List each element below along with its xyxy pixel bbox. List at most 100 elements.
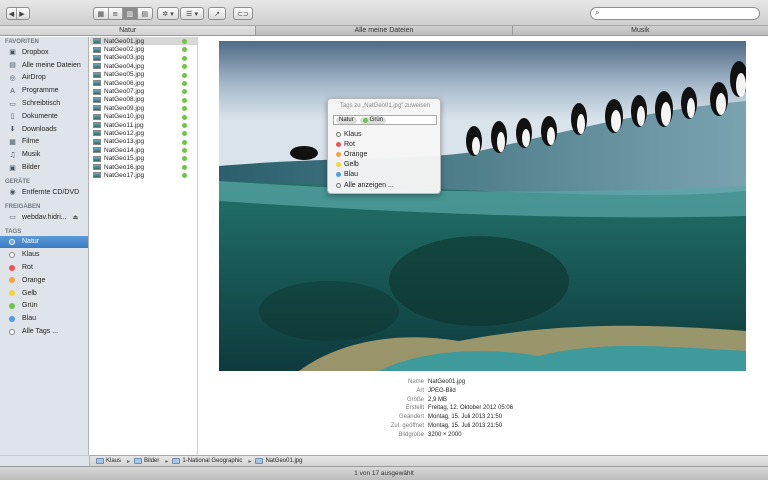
file-row[interactable]: NatGeo06.jpg xyxy=(90,79,197,87)
file-row[interactable]: NatGeo12.jpg xyxy=(90,129,197,137)
file-name: NatGeo13.jpg xyxy=(104,138,145,146)
tag-suggestion-item[interactable]: Orange xyxy=(336,149,367,159)
back-icon[interactable]: ◀ xyxy=(7,8,17,19)
path-separator-icon: ▸ xyxy=(127,458,131,465)
file-row[interactable]: NatGeo17.jpg xyxy=(90,171,197,179)
file-row[interactable]: NatGeo03.jpg xyxy=(90,54,197,62)
pictures-icon: ▣ xyxy=(9,163,16,172)
file-row[interactable]: NatGeo11.jpg xyxy=(90,121,197,129)
tag-token[interactable]: Natur xyxy=(336,116,357,124)
search-field[interactable]: ⌕ xyxy=(590,7,760,20)
sidebar-item-favorites[interactable]: ▣ Bilder xyxy=(0,161,88,174)
path-crumb[interactable]: 1-National Geographic xyxy=(172,458,242,464)
arrange-button[interactable]: ☰ ▾ xyxy=(180,7,204,20)
tag-suggestion-item[interactable]: Rot xyxy=(336,139,355,149)
sidebar-item-label: Programme xyxy=(22,87,59,95)
file-name: NatGeo06.jpg xyxy=(104,79,145,87)
sidebar-item-devices[interactable]: ◉ Entfernte CD/DVD xyxy=(0,186,88,199)
sidebar-tag-item[interactable]: Gelb xyxy=(0,287,88,300)
tag-suggestion-label: Klaus xyxy=(344,130,362,138)
search-icon: ⌕ xyxy=(595,8,600,17)
sidebar-item-favorites[interactable]: ▤ Alle meine Dateien xyxy=(0,59,88,72)
file-row[interactable]: NatGeo14.jpg xyxy=(90,146,197,154)
all-files-icon: ▤ xyxy=(9,61,16,70)
image-thumbnail-icon xyxy=(93,63,101,70)
tab-bar: Natur Alle meine Dateien Musik xyxy=(0,26,768,36)
sidebar-item-favorites[interactable]: ♫ Musik xyxy=(0,148,88,161)
tab-1[interactable]: Alle meine Dateien xyxy=(256,26,513,35)
file-row[interactable]: NatGeo04.jpg xyxy=(90,62,197,70)
file-row[interactable]: NatGeo08.jpg xyxy=(90,96,197,104)
tab-2[interactable]: Musik xyxy=(513,26,768,35)
sidebar-item-favorites[interactable]: ◎ AirDrop xyxy=(0,72,88,85)
file-name: NatGeo15.jpg xyxy=(104,155,145,163)
path-crumb[interactable]: Bilder xyxy=(134,458,159,464)
file-list: NatGeo01.jpg NatGeo02.jpg NatGeo03.jpg NatG… xyxy=(90,37,198,455)
tag-color-dot xyxy=(336,131,341,137)
downloads-icon: ⬇ xyxy=(9,125,16,134)
sidebar-tag-item[interactable]: Grün xyxy=(0,300,88,313)
edit-tags-button[interactable]: ⊂⊃ xyxy=(233,7,253,20)
sidebar-tag-item[interactable]: Natur xyxy=(0,235,88,249)
share-button[interactable]: ↗ xyxy=(208,7,226,20)
tag-suggestion-item[interactable]: Blau xyxy=(336,170,358,180)
tag-suggestion-item[interactable]: Klaus xyxy=(336,129,362,139)
file-row[interactable]: NatGeo05.jpg xyxy=(90,71,197,79)
sidebar-tag-label: Blau xyxy=(22,315,37,323)
file-name: NatGeo03.jpg xyxy=(104,54,145,62)
tag-dot xyxy=(182,64,187,70)
documents-icon: ▯ xyxy=(10,112,15,121)
file-row[interactable]: NatGeo15.jpg xyxy=(90,154,197,162)
file-row[interactable]: NatGeo13.jpg xyxy=(90,138,197,146)
tag-token-field[interactable]: Natur Grün xyxy=(333,115,437,125)
sidebar-tag-item[interactable]: Klaus xyxy=(0,248,88,261)
info-value: Montag, 15. Juli 2013 21:50 xyxy=(428,414,503,421)
sidebar-item-favorites[interactable]: ▦ Filme xyxy=(0,136,88,149)
sidebar-tag-item[interactable]: Blau xyxy=(0,312,88,325)
sidebar-item-favorites[interactable]: A Programme xyxy=(0,84,88,97)
forward-icon[interactable]: ▶ xyxy=(17,8,27,19)
eject-icon[interactable]: ⏏ xyxy=(73,214,79,221)
sidebar-tag-item[interactable]: Rot xyxy=(0,261,88,274)
view-mode-3-icon[interactable]: ▤ xyxy=(138,8,153,19)
path-crumb[interactable]: NatGeo01.jpg xyxy=(255,458,302,464)
file-row[interactable]: NatGeo10.jpg xyxy=(90,113,197,121)
action-button[interactable]: ✲ ▾ xyxy=(157,7,179,20)
airdrop-icon: ◎ xyxy=(9,73,16,82)
sidebar-tag-item[interactable]: Alle Tags ... xyxy=(0,325,88,338)
sidebar-tag-item[interactable]: Orange xyxy=(0,274,88,287)
path-bar: Klaus ▸ Bilder ▸ 1-National Geographic ▸ NatGe… xyxy=(90,455,768,466)
toolbar: ◀ ▶ ▦ ≡ ▥ ▤ ✲ ▾ ☰ ▾ ↗ ⊂⊃ ⌕ xyxy=(0,0,768,26)
file-row[interactable]: NatGeo16.jpg xyxy=(90,163,197,171)
tab-0[interactable]: Natur xyxy=(0,26,257,35)
view-mode-0-icon[interactable]: ▦ xyxy=(94,8,109,19)
info-value: Freitag, 12. Oktober 2012 05:06 xyxy=(428,405,514,412)
file-row[interactable]: NatGeo09.jpg xyxy=(90,104,197,112)
home-icon xyxy=(96,458,104,464)
share-icon: ↗ xyxy=(214,9,220,18)
tag-suggestion-item[interactable]: Alle anzeigen ... xyxy=(336,180,394,190)
search-input[interactable] xyxy=(605,9,755,19)
view-mode-2-icon[interactable]: ▥ xyxy=(123,8,138,19)
info-value: 2,9 MB xyxy=(428,396,448,403)
sidebar-item-favorites[interactable]: ▭ Schreibtisch xyxy=(0,97,88,110)
path-crumb[interactable]: Klaus xyxy=(96,458,121,464)
sidebar-item-label: Entfernte CD/DVD xyxy=(22,188,80,196)
file-row[interactable]: NatGeo01.jpg xyxy=(90,37,197,46)
sidebar-item-favorites[interactable]: ▣ Dropbox xyxy=(0,46,88,59)
file-name: NatGeo10.jpg xyxy=(104,113,145,121)
sidebar-item-shared[interactable]: ▭ webdav.hidri... ⏏ xyxy=(0,211,88,224)
tag-suggestion-item[interactable]: Gelb xyxy=(336,160,359,170)
path-separator-icon: ▸ xyxy=(165,458,169,465)
path-crumb-label: Klaus xyxy=(106,458,122,464)
disc-icon: ◉ xyxy=(9,188,16,197)
file-row[interactable]: NatGeo02.jpg xyxy=(90,45,197,53)
sidebar-item-favorites[interactable]: ▯ Dokumente xyxy=(0,110,88,123)
applications-icon: A xyxy=(10,86,15,95)
view-mode-1-icon[interactable]: ≡ xyxy=(109,8,123,19)
file-row[interactable]: NatGeo07.jpg xyxy=(90,87,197,95)
sidebar-item-favorites[interactable]: ⬇ Downloads xyxy=(0,123,88,136)
tag-suggestion-label: Orange xyxy=(344,150,368,158)
tag-token[interactable]: Grün xyxy=(359,116,387,124)
sidebar-section-header: TAGS xyxy=(5,228,22,235)
